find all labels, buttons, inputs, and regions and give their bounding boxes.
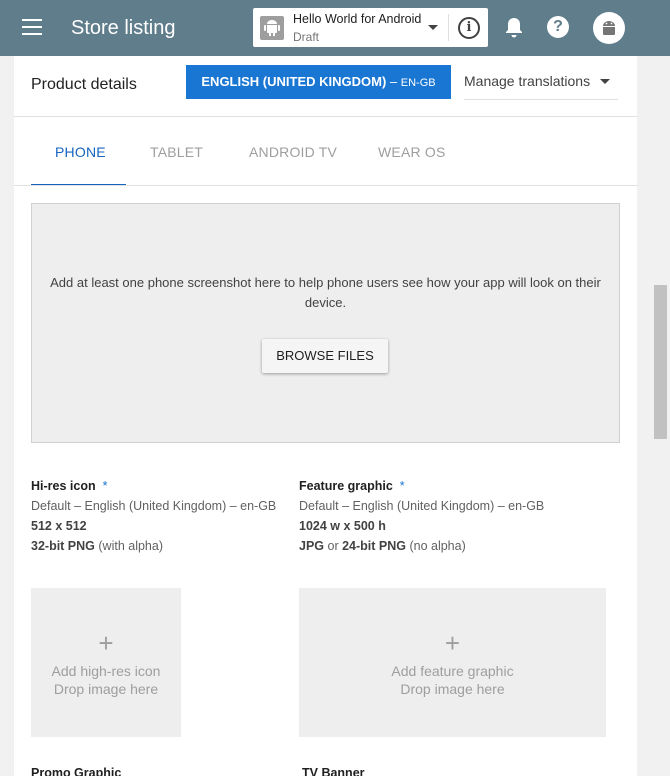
app-selector[interactable]: Hello World for Android Draft i [253, 8, 488, 47]
divider [448, 14, 449, 41]
feature-graphic-title: Feature graphic [299, 479, 393, 493]
plus-icon: + [444, 628, 461, 658]
required-mark: * [102, 479, 108, 493]
screenshots-prompt: Add at least one phone screenshot here t… [50, 275, 601, 310]
product-details-heading: Product details [31, 76, 137, 93]
tab-wear-os[interactable]: WEAR OS [378, 144, 446, 160]
tab-phone[interactable]: PHONE [55, 144, 106, 160]
feature-graphic-format-jpg: JPG [299, 539, 325, 553]
hires-icon-title: Hi-res icon [31, 479, 96, 493]
phone-screenshots-dropzone[interactable]: Add at least one phone screenshot here t… [31, 203, 620, 443]
page-title: Store listing [71, 17, 176, 39]
tab-tablet[interactable]: TABLET [150, 144, 203, 160]
info-icon[interactable]: i [458, 17, 480, 39]
chevron-down-icon[interactable] [428, 25, 438, 30]
hires-icon-format: 32-bit PNG [31, 539, 95, 553]
android-app-icon [260, 16, 284, 40]
hires-icon-language: Default – English (United Kingdom) – en-… [31, 499, 277, 513]
language-separator: – [386, 74, 401, 89]
add-hires-icon-label: Add high-res icon [51, 663, 161, 679]
hires-icon-upload-box[interactable]: + Add high-res icon Drop image here [31, 588, 181, 737]
top-app-bar: Store listing Hello World for Android Dr… [0, 0, 670, 56]
hires-icon-format-note: (with alpha) [94, 539, 163, 553]
store-listing-card: Product details ENGLISH (UNITED KINGDOM)… [14, 56, 637, 776]
manage-translations-label: Manage translations [464, 73, 591, 89]
drop-image-label: Drop image here [400, 681, 505, 697]
scrollbar-thumb[interactable] [654, 285, 667, 439]
account-avatar[interactable] [593, 12, 625, 44]
language-name: ENGLISH (UNITED KINGDOM) [201, 74, 387, 89]
tab-android-tv[interactable]: ANDROID TV [249, 144, 337, 160]
promo-graphic-heading: Promo Graphic [31, 766, 122, 776]
manage-translations-dropdown[interactable]: Manage translations [464, 65, 618, 100]
feature-graphic-format-or: or [324, 539, 343, 553]
feature-graphic-upload-box[interactable]: + Add feature graphic Drop image here [299, 588, 606, 737]
required-mark: * [399, 479, 405, 493]
feature-graphic-language: Default – English (United Kingdom) – en-… [299, 499, 545, 513]
hires-icon-size: 512 x 512 [31, 519, 87, 533]
feature-graphic-info: Feature graphic * Default – English (Uni… [299, 476, 609, 556]
language-button[interactable]: ENGLISH (UNITED KINGDOM) – EN-GB [186, 65, 451, 99]
feature-graphic-format-note: (no alpha) [405, 539, 466, 553]
language-code: EN-GB [400, 77, 436, 89]
divider [14, 185, 637, 186]
browse-files-button[interactable]: BROWSE FILES [262, 339, 388, 373]
notifications-bell-icon[interactable] [503, 16, 525, 40]
hires-icon-info: Hi-res icon * Default – English (United … [31, 476, 291, 556]
plus-icon: + [98, 628, 114, 658]
divider [14, 116, 637, 117]
app-name: Hello World for Android [293, 12, 422, 26]
feature-graphic-format-png: 24-bit PNG [342, 539, 406, 553]
help-icon[interactable]: ? [547, 16, 569, 38]
chevron-down-icon [600, 79, 610, 84]
drop-image-label: Drop image here [53, 681, 159, 697]
menu-icon[interactable] [22, 19, 42, 35]
feature-graphic-size: 1024 w x 500 h [299, 519, 386, 533]
add-feature-graphic-label: Add feature graphic [391, 663, 514, 679]
app-status: Draft [293, 30, 320, 44]
tv-banner-heading: TV Banner [302, 766, 365, 776]
